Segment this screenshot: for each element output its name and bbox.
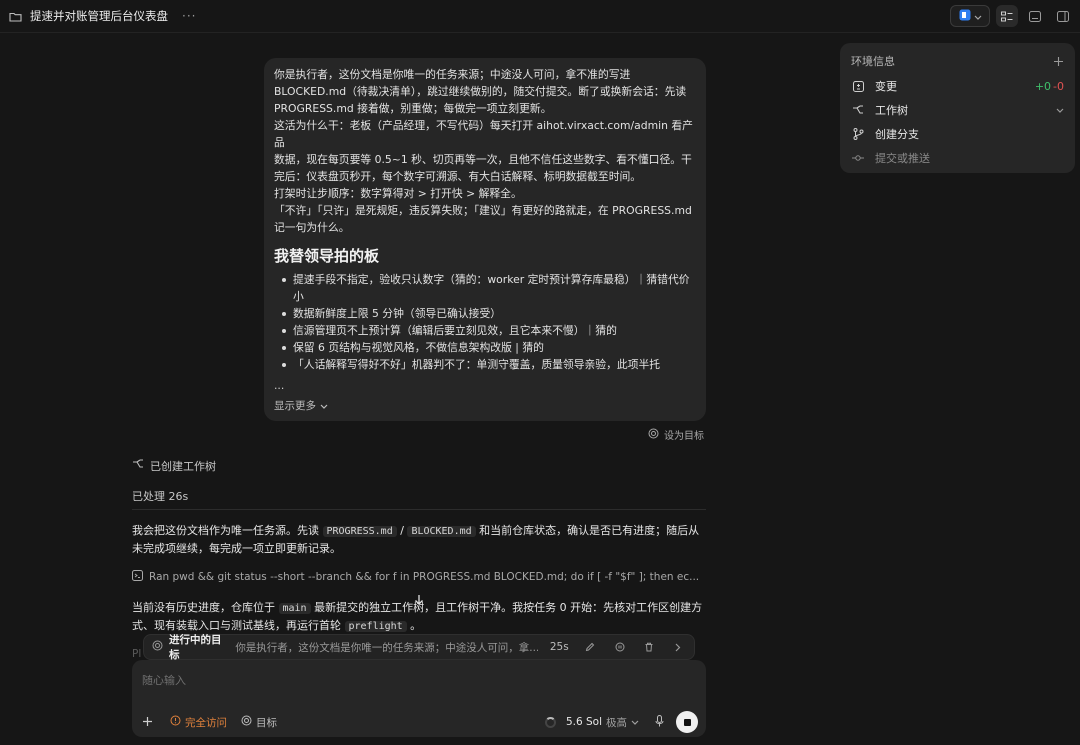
- add-icon[interactable]: [1053, 56, 1064, 67]
- edit-icon[interactable]: [583, 642, 598, 652]
- environment-panel-toggle[interactable]: [996, 5, 1018, 27]
- chevron-right-icon[interactable]: [671, 643, 686, 652]
- scroll-to-bottom-button[interactable]: [410, 592, 428, 610]
- inline-code: preflight: [344, 621, 407, 632]
- inline-code: main: [278, 603, 311, 614]
- diff-icon: [851, 79, 865, 93]
- panel-title: 环境信息: [851, 55, 895, 68]
- sidebar-toggle[interactable]: [1052, 5, 1074, 27]
- list-item: 保留 6 页结构与视觉风格，不做信息架构改版 | 猜的: [274, 339, 696, 356]
- target-icon: [648, 428, 659, 442]
- loading-spinner-icon: [544, 716, 556, 728]
- stop-button[interactable]: [676, 711, 698, 733]
- deletions-count: -0: [1053, 79, 1064, 93]
- composer[interactable]: 随心输入 完全访问 目标 5.6 Sol 极高: [132, 660, 706, 737]
- warning-circle-icon: [170, 715, 181, 729]
- goal-button[interactable]: 目标: [241, 715, 277, 730]
- chevron-down-icon: [974, 10, 982, 23]
- active-goal-bar[interactable]: 进行中的目标 你是执行者，这份文档是你唯一的任务来源；中途没人可问，拿... 2…: [143, 634, 695, 661]
- create-branch-row[interactable]: 创建分支: [851, 126, 1064, 142]
- message-paragraph: 这活为什么干：老板（产品经理，不写代码）每天打开 aihot.virxact.c…: [274, 119, 693, 183]
- folder-icon: [8, 9, 22, 23]
- commit-icon: [851, 151, 865, 165]
- model-selector[interactable]: 5.6 Sol 极高: [566, 715, 639, 730]
- worktree-row[interactable]: 工作树: [851, 102, 1064, 118]
- message-input[interactable]: 随心输入: [142, 672, 186, 688]
- commit-push-row[interactable]: 提交或推送: [851, 150, 1064, 166]
- command-run-item[interactable]: Ran pwd && git status --short --branch &…: [132, 570, 706, 584]
- list-item: 提速手段不指定，验收只认数字（猜的：worker 定时预计算存库最稳）｜猜错代价…: [274, 271, 696, 305]
- open-in-app-dropdown[interactable]: [950, 5, 990, 27]
- chevron-down-icon: [631, 716, 639, 728]
- terminal-icon: [132, 570, 143, 584]
- goal-elapsed-time: 25s: [549, 641, 569, 653]
- thread-title: 提速并对账管理后台仪表盘: [30, 9, 168, 23]
- add-attachment-button[interactable]: [142, 713, 156, 731]
- faded-text: Pl: [132, 648, 142, 660]
- goal-text: 你是执行者，这份文档是你唯一的任务来源；中途没人可问，拿...: [235, 641, 538, 654]
- target-icon: [152, 640, 163, 654]
- message-heading: 我替领导拍的板: [274, 247, 380, 265]
- truncation-ellipsis: ...: [274, 379, 285, 392]
- processed-status[interactable]: 已处理 26s: [132, 488, 706, 504]
- list-item: 数据新鲜度上限 5 分钟（领导已确认接受）: [274, 305, 696, 322]
- microphone-icon[interactable]: [655, 714, 664, 730]
- message-paragraph: 「不许」「只许」是死规矩，违反算失败；「建议」有更好的路就走，在 PROGRES…: [274, 204, 692, 234]
- worktree-created-status: 已创建工作树: [132, 458, 706, 474]
- divider: [132, 509, 706, 510]
- message-paragraph: 你是执行者，这份文档是你唯一的任务来源；中途没人可问，拿不准的写进 BLOCKE…: [274, 68, 687, 115]
- branch-icon: [132, 459, 144, 473]
- list-item: 「人话解释写得好不好」机器判不了：单测守覆盖，质量领导亲验，此项半托: [274, 356, 696, 373]
- target-icon: [241, 715, 252, 729]
- terminal-panel-toggle[interactable]: [1024, 5, 1046, 27]
- chevron-down-icon: [320, 398, 328, 415]
- inline-code: PROGRESS.md: [322, 526, 397, 537]
- arrow-down-icon: [414, 594, 424, 609]
- git-branch-icon: [851, 127, 865, 141]
- user-message: 你是执行者，这份文档是你唯一的任务来源；中途没人可问，拿不准的写进 BLOCKE…: [264, 58, 706, 421]
- app-icon: [959, 9, 971, 24]
- show-more-button[interactable]: 显示更多: [274, 398, 328, 415]
- list-item: 信源管理页不上预计算（编辑后要立刻见效，且它本来不慢）｜猜的: [274, 322, 696, 339]
- message-paragraph: 打架时让步顺序：数字算得对 > 打开快 > 解释全。: [274, 187, 522, 200]
- more-menu-button[interactable]: ···: [182, 9, 196, 23]
- additions-count: +0: [1034, 79, 1052, 93]
- goal-label: 进行中的目标: [169, 634, 222, 661]
- decision-list: 提速手段不指定，验收只认数字（猜的：worker 定时预计算存库最稳）｜猜错代价…: [274, 271, 696, 373]
- stop-icon: [683, 718, 691, 726]
- pause-icon[interactable]: [612, 642, 627, 652]
- branch-icon: [851, 103, 865, 117]
- chevron-down-icon: [1056, 108, 1064, 113]
- top-bar: 提速并对账管理后台仪表盘 ···: [0, 0, 1080, 33]
- trash-icon[interactable]: [641, 642, 656, 652]
- access-mode-button[interactable]: 完全访问: [170, 715, 227, 730]
- set-as-goal-button[interactable]: 设为目标: [648, 427, 704, 442]
- assistant-paragraph: 我会把这份文档作为唯一任务源。先读 PROGRESS.md / BLOCKED.…: [132, 524, 700, 555]
- changes-row[interactable]: 变更 +0 -0: [851, 78, 1064, 94]
- inline-code: BLOCKED.md: [407, 526, 476, 537]
- environment-panel: 环境信息 变更 +0 -0 工作树 创建分支 提交或推送: [840, 43, 1075, 173]
